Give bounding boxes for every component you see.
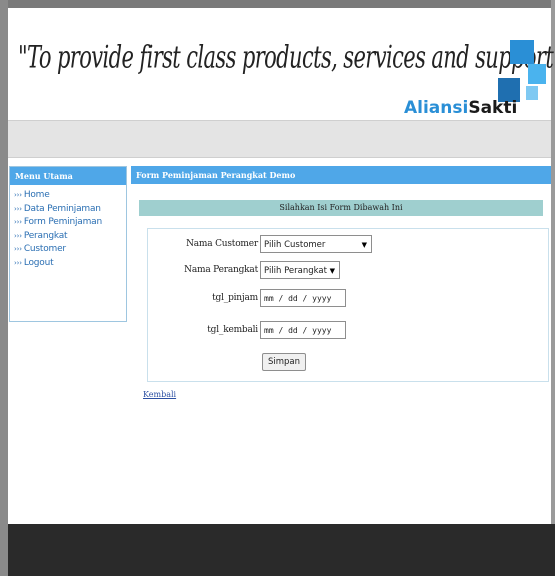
sidebar-item-home[interactable]: ››› Home <box>14 189 126 203</box>
loan-form: Nama Customer Pilih Customer ▼ Nama Pera… <box>147 228 549 382</box>
page-footer <box>8 524 555 576</box>
sidebar-item-data-peminjaman[interactable]: ››› Data Peminjaman <box>14 203 126 217</box>
tgl-pinjam-input[interactable]: mm / dd / yyyy <box>260 289 346 307</box>
kembali-link[interactable]: Kembali <box>143 390 176 399</box>
perangkat-select-value: Pilih Perangkat <box>264 266 327 276</box>
tgl-kembali-row: tgl_kembali mm / dd / yyyy <box>148 321 548 343</box>
tgl-pinjam-row: tgl_pinjam mm / dd / yyyy <box>148 289 548 311</box>
sidebar-item-label: Perangkat <box>23 230 68 241</box>
sidebar-item-logout[interactable]: ››› Logout <box>14 257 126 271</box>
brand-name-part2: Sakti <box>468 98 518 118</box>
chevron-right-icon: ››› <box>14 204 22 213</box>
sidebar-item-label: Home <box>23 190 50 200</box>
chevron-right-icon: ››› <box>14 218 22 226</box>
chevron-right-icon: ››› <box>14 191 22 199</box>
simpan-button[interactable]: Simpan <box>262 353 306 371</box>
dropdown-arrow-icon: ▼ <box>329 267 335 275</box>
navigation-band <box>8 120 551 158</box>
tgl-kembali-input[interactable]: mm / dd / yyyy <box>260 321 346 339</box>
customer-select-value: Pilih Customer <box>264 240 326 250</box>
brand-name-part1: Aliansi <box>404 98 469 118</box>
window-frame-right <box>551 0 555 576</box>
sidebar-menu: Menu Utama ››› Home ››› Data Peminjaman ››… <box>9 166 127 322</box>
sidebar-menu-list: ››› Home ››› Data Peminjaman ››› Form Pemin… <box>10 185 126 270</box>
chevron-right-icon: ››› <box>14 245 22 253</box>
tgl-pinjam-placeholder: mm / dd / yyyy <box>264 294 332 303</box>
tgl-pinjam-label: tgl_pinjam <box>212 293 258 303</box>
content-title: Form Peminjaman Perangkat Demo <box>131 166 551 184</box>
perangkat-label: Nama Perangkat <box>184 265 258 275</box>
tgl-kembali-placeholder: mm / dd / yyyy <box>264 326 332 335</box>
chevron-right-icon: ››› <box>14 231 22 240</box>
sidebar-item-form-peminjaman[interactable]: ››› Form Peminjaman <box>14 216 126 230</box>
page-header: "To provide first class products, servic… <box>8 8 555 120</box>
window-frame-top <box>0 0 555 8</box>
customer-select[interactable]: Pilih Customer ▼ <box>260 235 372 253</box>
sidebar-item-label: Logout <box>23 257 54 268</box>
sidebar-item-label: Data Peminjaman <box>23 203 101 214</box>
customer-row: Nama Customer Pilih Customer ▼ <box>148 235 548 257</box>
dropdown-arrow-icon: ▼ <box>361 241 367 249</box>
brand-name: AliansiSakti <box>404 98 517 118</box>
sidebar-item-perangkat[interactable]: ››› Perangkat <box>14 230 126 244</box>
header-slogan: "To provide first class products, servic… <box>18 40 555 75</box>
sidebar-item-customer[interactable]: ››› Customer <box>14 243 126 257</box>
perangkat-select[interactable]: Pilih Perangkat ▼ <box>260 261 340 279</box>
chevron-right-icon: ››› <box>14 258 22 267</box>
sidebar-title: Menu Utama <box>10 167 126 185</box>
window-frame-left <box>0 0 8 576</box>
form-notice: Silahkan Isi Form Dibawah Ini <box>139 200 543 216</box>
tgl-kembali-label: tgl_kembali <box>207 325 258 335</box>
customer-label: Nama Customer <box>186 239 258 249</box>
sidebar-item-label: Customer <box>23 244 66 254</box>
content-panel: Form Peminjaman Perangkat Demo Silahkan … <box>131 166 551 516</box>
perangkat-row: Nama Perangkat Pilih Perangkat ▼ <box>148 261 548 283</box>
sidebar-item-label: Form Peminjaman <box>23 217 102 227</box>
